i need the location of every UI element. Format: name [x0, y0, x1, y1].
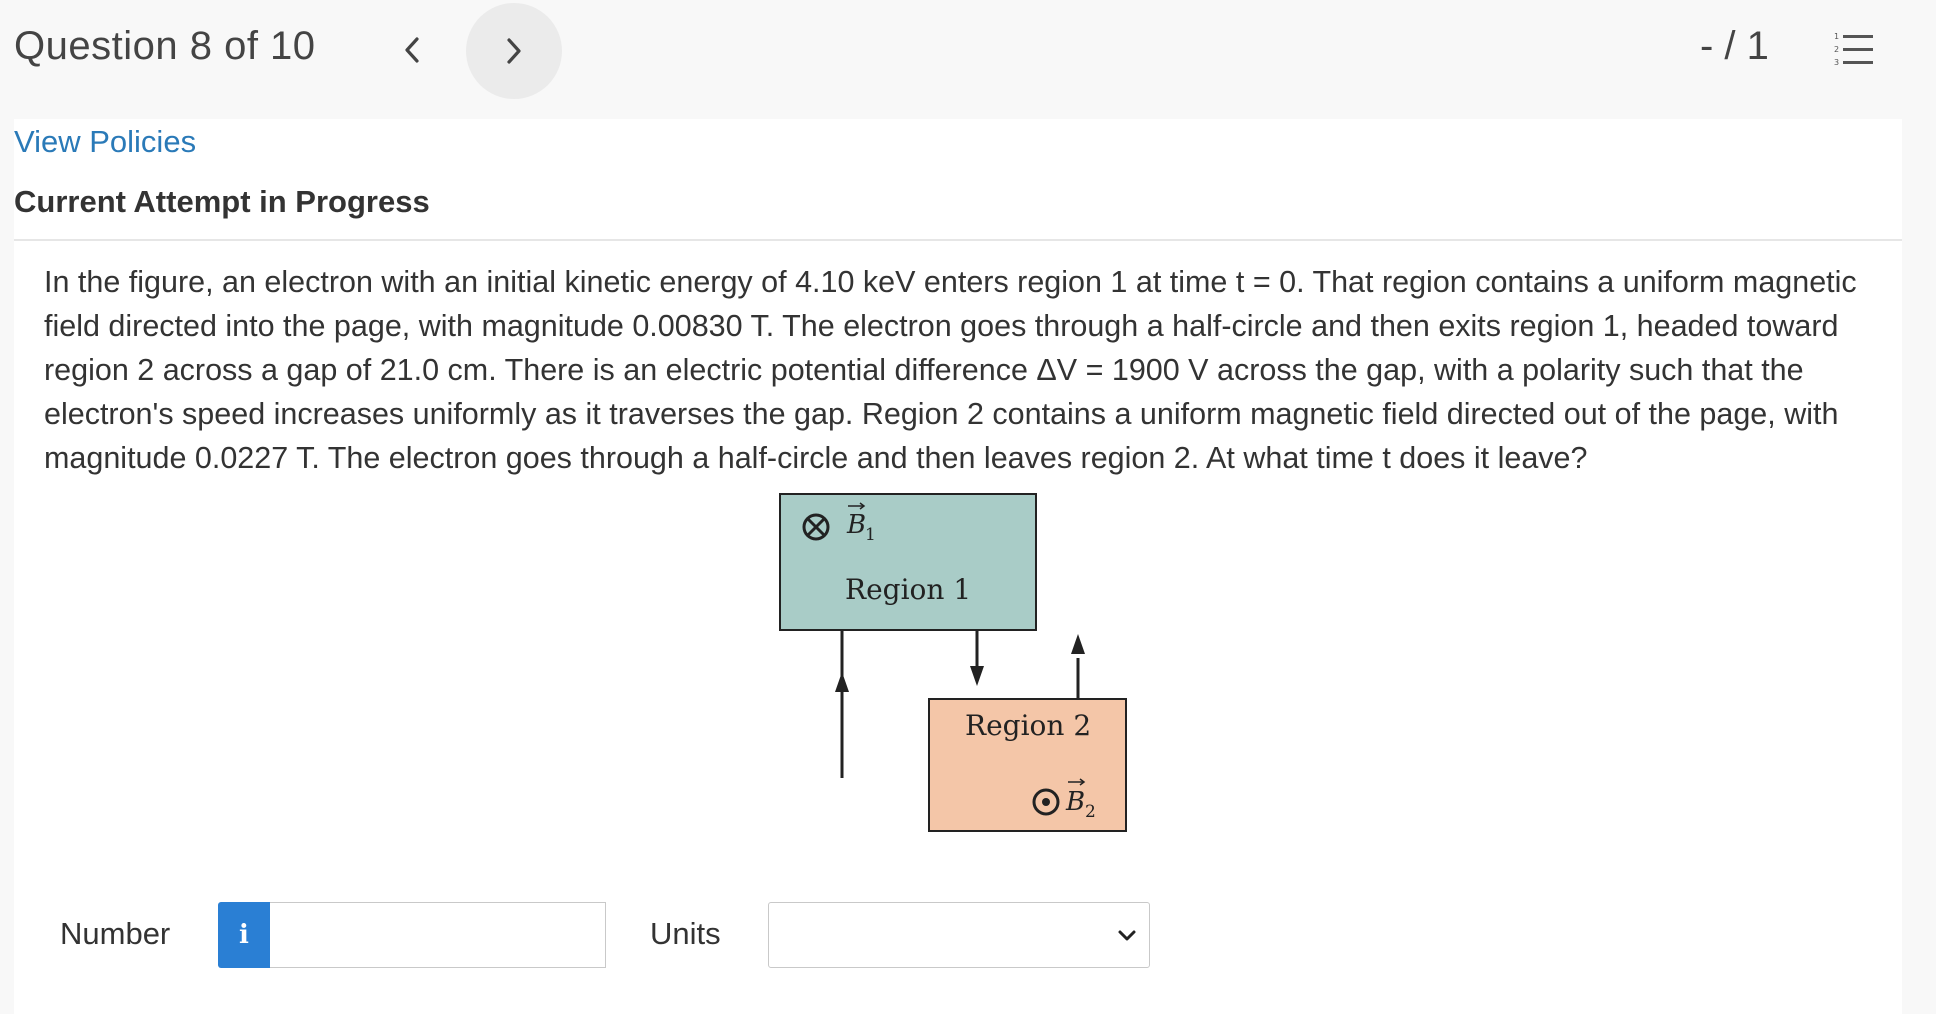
next-question-button[interactable] — [466, 3, 562, 99]
exit-path-arrow — [1071, 634, 1085, 699]
svg-text:3: 3 — [1834, 58, 1839, 67]
b1-symbol: B — [846, 510, 866, 540]
attempt-status: Current Attempt in Progress — [14, 184, 430, 219]
info-button[interactable]: i — [218, 902, 270, 968]
question-text: In the figure, an electron with an initi… — [44, 265, 1857, 475]
chevron-down-icon — [1118, 930, 1136, 941]
question-figure: B 1 Region 1 Region 2 B 2 — [770, 486, 1140, 841]
chevron-left-icon — [405, 37, 419, 63]
figure-diagram: B 1 Region 1 Region 2 B 2 — [779, 493, 1127, 832]
number-label: Number — [60, 916, 171, 951]
question-counter: Question 8 of 10 — [14, 24, 316, 68]
page-gutter-right — [1902, 0, 1936, 1014]
svg-text:2: 2 — [1834, 45, 1839, 54]
entry-path-arrow — [835, 630, 849, 778]
units-label: Units — [650, 916, 721, 951]
svg-text:1: 1 — [1834, 32, 1839, 41]
gap-path-arrow — [970, 630, 984, 686]
question-list-button[interactable]: 1 2 3 — [1834, 30, 1874, 70]
b1-subscript: 1 — [865, 525, 876, 545]
numbered-list-icon: 1 2 3 — [1834, 32, 1873, 67]
units-dropdown[interactable] — [768, 902, 1150, 968]
chevron-right-icon — [507, 38, 521, 64]
b2-symbol: B — [1065, 787, 1085, 817]
page-gutter-left — [0, 119, 14, 1014]
score-display: - / 1 — [1700, 24, 1769, 68]
view-policies-link[interactable]: View Policies — [14, 124, 196, 160]
region-1-label: Region 1 — [845, 573, 971, 606]
previous-question-button[interactable] — [392, 30, 432, 70]
info-icon: i — [239, 920, 249, 950]
region-2-label: Region 2 — [965, 709, 1091, 742]
number-input[interactable] — [270, 902, 606, 968]
b2-subscript: 2 — [1085, 802, 1096, 822]
divider — [14, 239, 1902, 241]
top-bar: Question 8 of 10 - / 1 1 2 3 — [0, 0, 1902, 119]
